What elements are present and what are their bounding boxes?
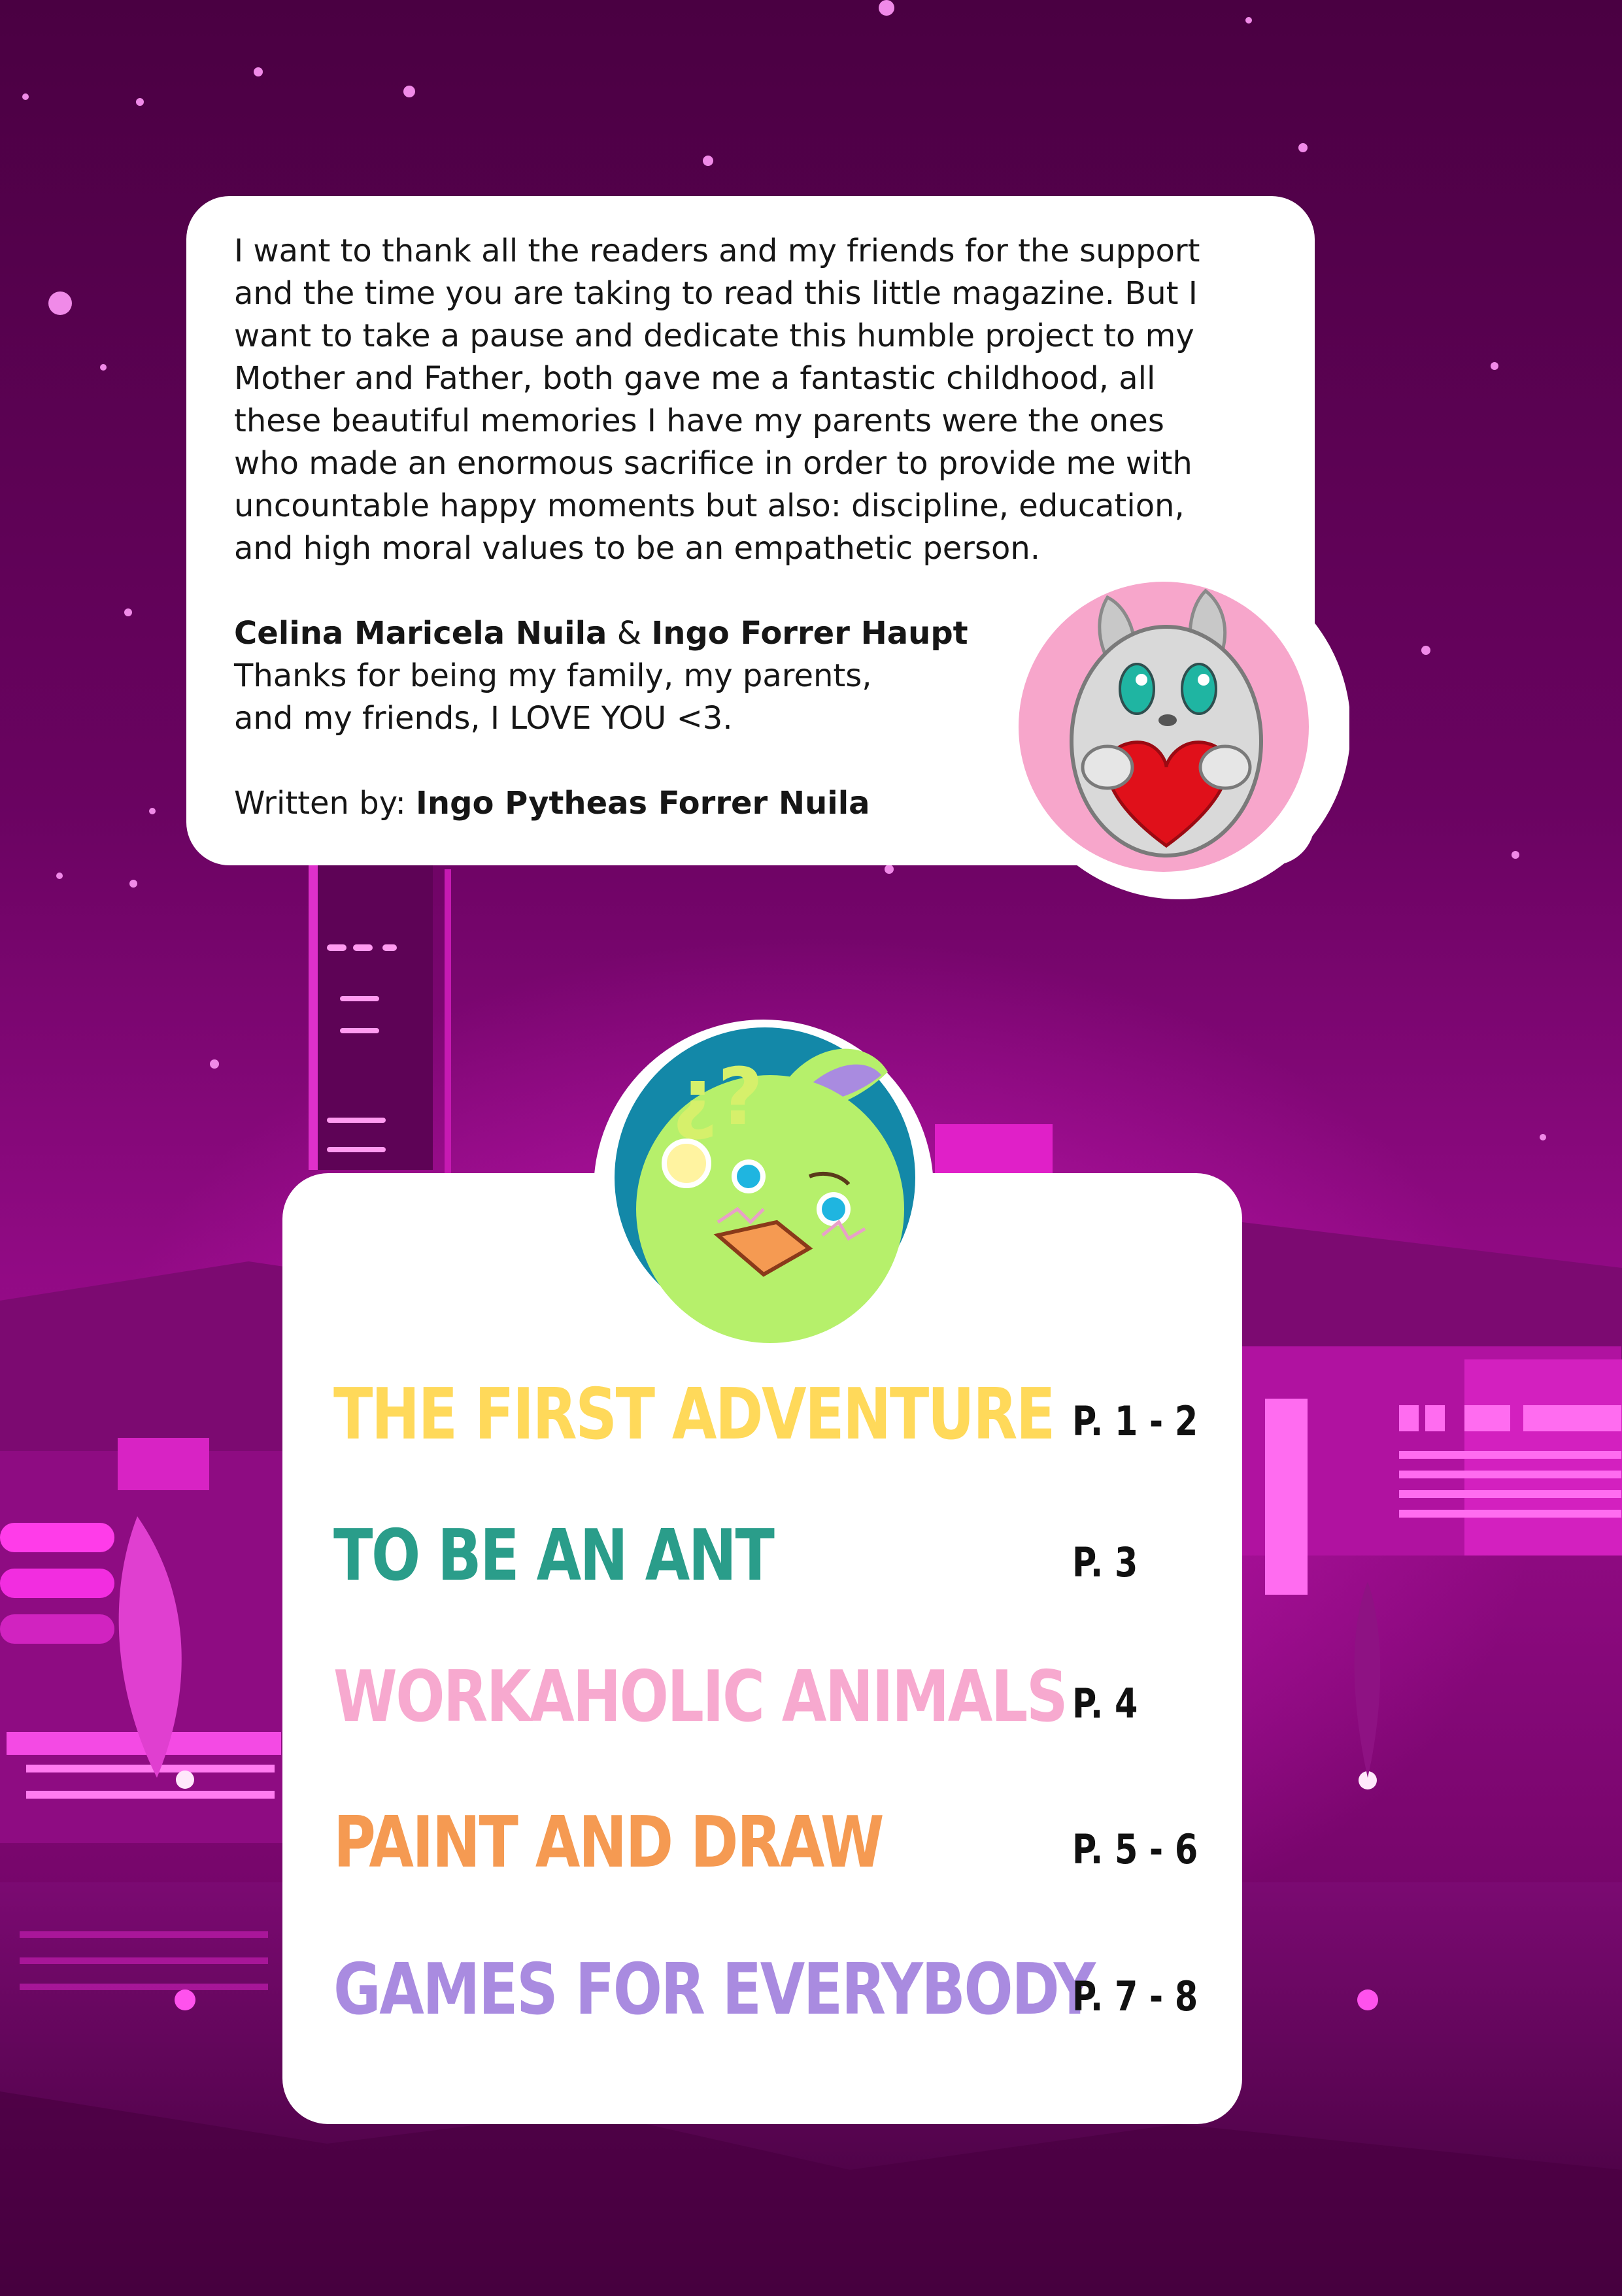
dedication-line: Mother and Father, both gave me a fantas… <box>234 360 1156 397</box>
dedication-line: who made an enormous sacrifice in order … <box>234 445 1192 482</box>
toc-title: TO BE AN ANT <box>333 1515 775 1597</box>
dedication-line: and the time you are taking to read this… <box>234 275 1198 312</box>
question-marks: ¿? <box>672 1052 763 1143</box>
written-by-label: Written by: <box>234 785 416 822</box>
chick-illustration: ¿? <box>594 1020 934 1359</box>
dedication-line: and high moral values to be an empatheti… <box>234 530 1041 567</box>
toc-entry[interactable]: GAMES FOR EVERYBODY P. 7 - 8 <box>333 1941 1229 2039</box>
parent-two-name: Ingo Forrer Haupt <box>651 615 968 652</box>
dedication-line: want to take a pause and dedicate this h… <box>234 318 1194 354</box>
toc-entry[interactable]: WORKAHOLIC ANIMALS P. 4 <box>333 1648 1229 1746</box>
toc-pages: P. 1 - 2 <box>1072 1397 1198 1445</box>
dedication-line: these beautiful memories I have my paren… <box>234 403 1164 439</box>
toc-title: GAMES FOR EVERYBODY <box>333 1949 1096 2031</box>
toc-entry[interactable]: PAINT AND DRAW P. 5 - 6 <box>333 1794 1229 1892</box>
parent-one-name: Celina Maricela Nuila <box>234 615 607 652</box>
dedication-line: I want to thank all the readers and my f… <box>234 233 1200 269</box>
toc-pages: P. 5 - 6 <box>1072 1825 1198 1873</box>
toc-title: WORKAHOLIC ANIMALS <box>333 1656 1068 1738</box>
toc-entry[interactable]: THE FIRST ADVENTURE P. 1 - 2 <box>333 1366 1229 1464</box>
author-name: Ingo Pytheas Forrer Nuila <box>416 785 870 822</box>
toc-pages: P. 4 <box>1072 1680 1138 1727</box>
toc-title: THE FIRST ADVENTURE <box>333 1374 1055 1456</box>
ampersand: & <box>607 615 652 652</box>
dedication-line: uncountable happy moments but also: disc… <box>234 488 1185 524</box>
toc-entry[interactable]: TO BE AN ANT P. 3 <box>333 1507 1229 1605</box>
toc-pages: P. 3 <box>1072 1539 1138 1586</box>
toc-title: PAINT AND DRAW <box>333 1802 885 1884</box>
bunny-heart-illustration <box>1009 571 1349 899</box>
toc-pages: P. 7 - 8 <box>1072 1972 1198 2020</box>
